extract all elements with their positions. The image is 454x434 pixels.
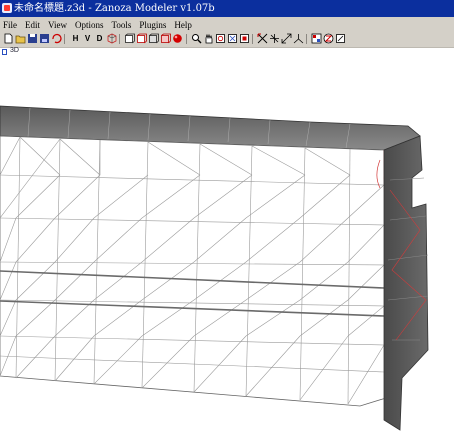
app-icon[interactable]	[2, 3, 12, 13]
menu-edit[interactable]: Edit	[21, 20, 44, 30]
zoom-icon[interactable]	[191, 33, 202, 44]
material-icon[interactable]	[311, 33, 322, 44]
title-bar: 未命名標題.z3d - Zanoza Modeler v1.07b	[0, 0, 454, 17]
sphere-icon[interactable]	[172, 33, 183, 44]
menu-plugins[interactable]: Plugins	[135, 20, 170, 30]
box-red-icon[interactable]	[136, 33, 147, 44]
menu-view[interactable]: View	[44, 20, 71, 30]
view-tab-label: 3D	[10, 47, 19, 54]
new-file-icon[interactable]	[3, 33, 14, 44]
scale-icon[interactable]	[281, 33, 292, 44]
save-as-icon[interactable]	[39, 33, 50, 44]
view-tab-icon	[2, 49, 7, 55]
box-color-icon[interactable]	[160, 33, 171, 44]
menu-help[interactable]: Help	[170, 20, 196, 30]
window-title: 未命名標題.z3d - Zanoza Modeler v1.07b	[14, 3, 215, 14]
zoom-extents-icon[interactable]	[227, 33, 238, 44]
pan-hand-icon[interactable]	[203, 33, 214, 44]
menu-file[interactable]: File	[0, 20, 21, 30]
fit-view-icon[interactable]	[239, 33, 250, 44]
plugin-z-icon[interactable]	[323, 33, 334, 44]
box-shaded-icon[interactable]	[148, 33, 159, 44]
open-folder-icon[interactable]	[15, 33, 26, 44]
rotate-view-icon[interactable]	[215, 33, 226, 44]
save-icon[interactable]	[27, 33, 38, 44]
mesh-render	[0, 105, 429, 431]
extra-tool-icon[interactable]	[335, 33, 346, 44]
view-tab[interactable]: 3D	[0, 47, 454, 57]
toolbar: H V D	[0, 32, 454, 48]
move-axes-icon[interactable]	[269, 33, 280, 44]
view-button[interactable]: V	[82, 33, 93, 44]
select-arrow-icon[interactable]	[257, 33, 268, 44]
undo-icon[interactable]	[51, 33, 62, 44]
box-icon[interactable]	[124, 33, 135, 44]
delete-button[interactable]: D	[94, 33, 105, 44]
menu-options[interactable]: Options	[71, 20, 108, 30]
menu-bar: File Edit View Options Tools Plugins Hel…	[0, 17, 454, 33]
menu-tools[interactable]: Tools	[108, 20, 136, 30]
cube-wire-icon[interactable]	[106, 33, 117, 44]
rotate-axes-icon[interactable]	[293, 33, 304, 44]
viewport-3d[interactable]	[0, 57, 454, 434]
hide-button[interactable]: H	[70, 33, 81, 44]
